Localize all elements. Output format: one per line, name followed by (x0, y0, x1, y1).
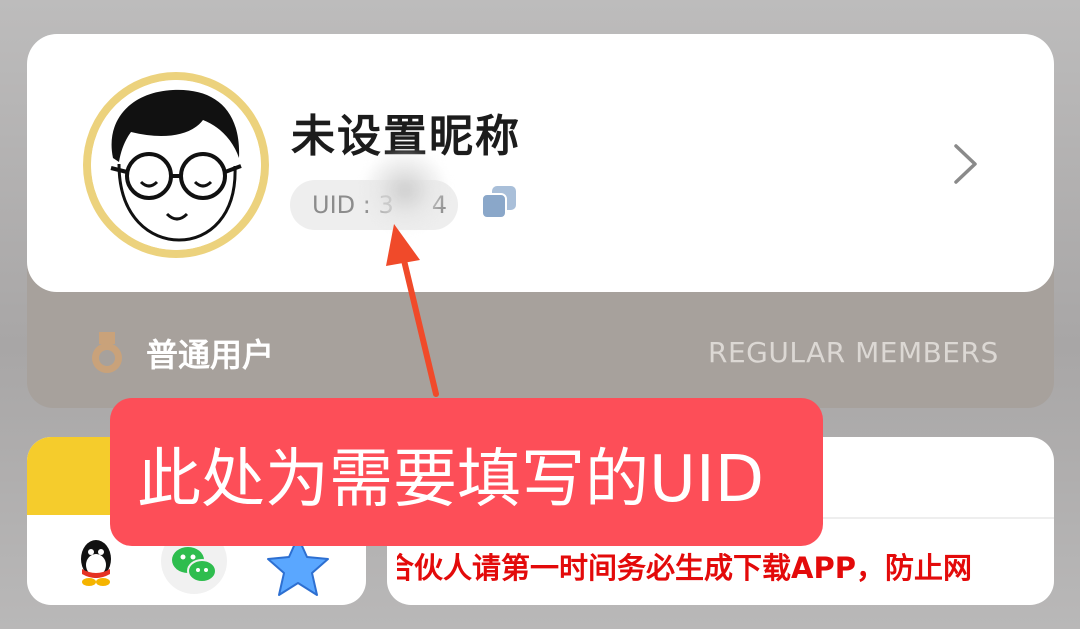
avatar[interactable] (83, 72, 269, 258)
medal-icon (92, 332, 122, 373)
membership-tag: REGULAR MEMBERS (708, 336, 999, 369)
membership-level: 普通用户 (146, 336, 275, 374)
annotation-arrow-icon (386, 224, 439, 397)
uid-redaction (363, 150, 447, 230)
annotation-text: 此处为需要填写的UID (137, 443, 764, 517)
chevron-right-icon[interactable] (952, 143, 980, 185)
copy-icon[interactable] (480, 184, 518, 220)
notice-text: 合伙人请第一时间务必生成下载APP，防止网 (397, 551, 972, 585)
avatar-illustration-icon (91, 80, 261, 250)
